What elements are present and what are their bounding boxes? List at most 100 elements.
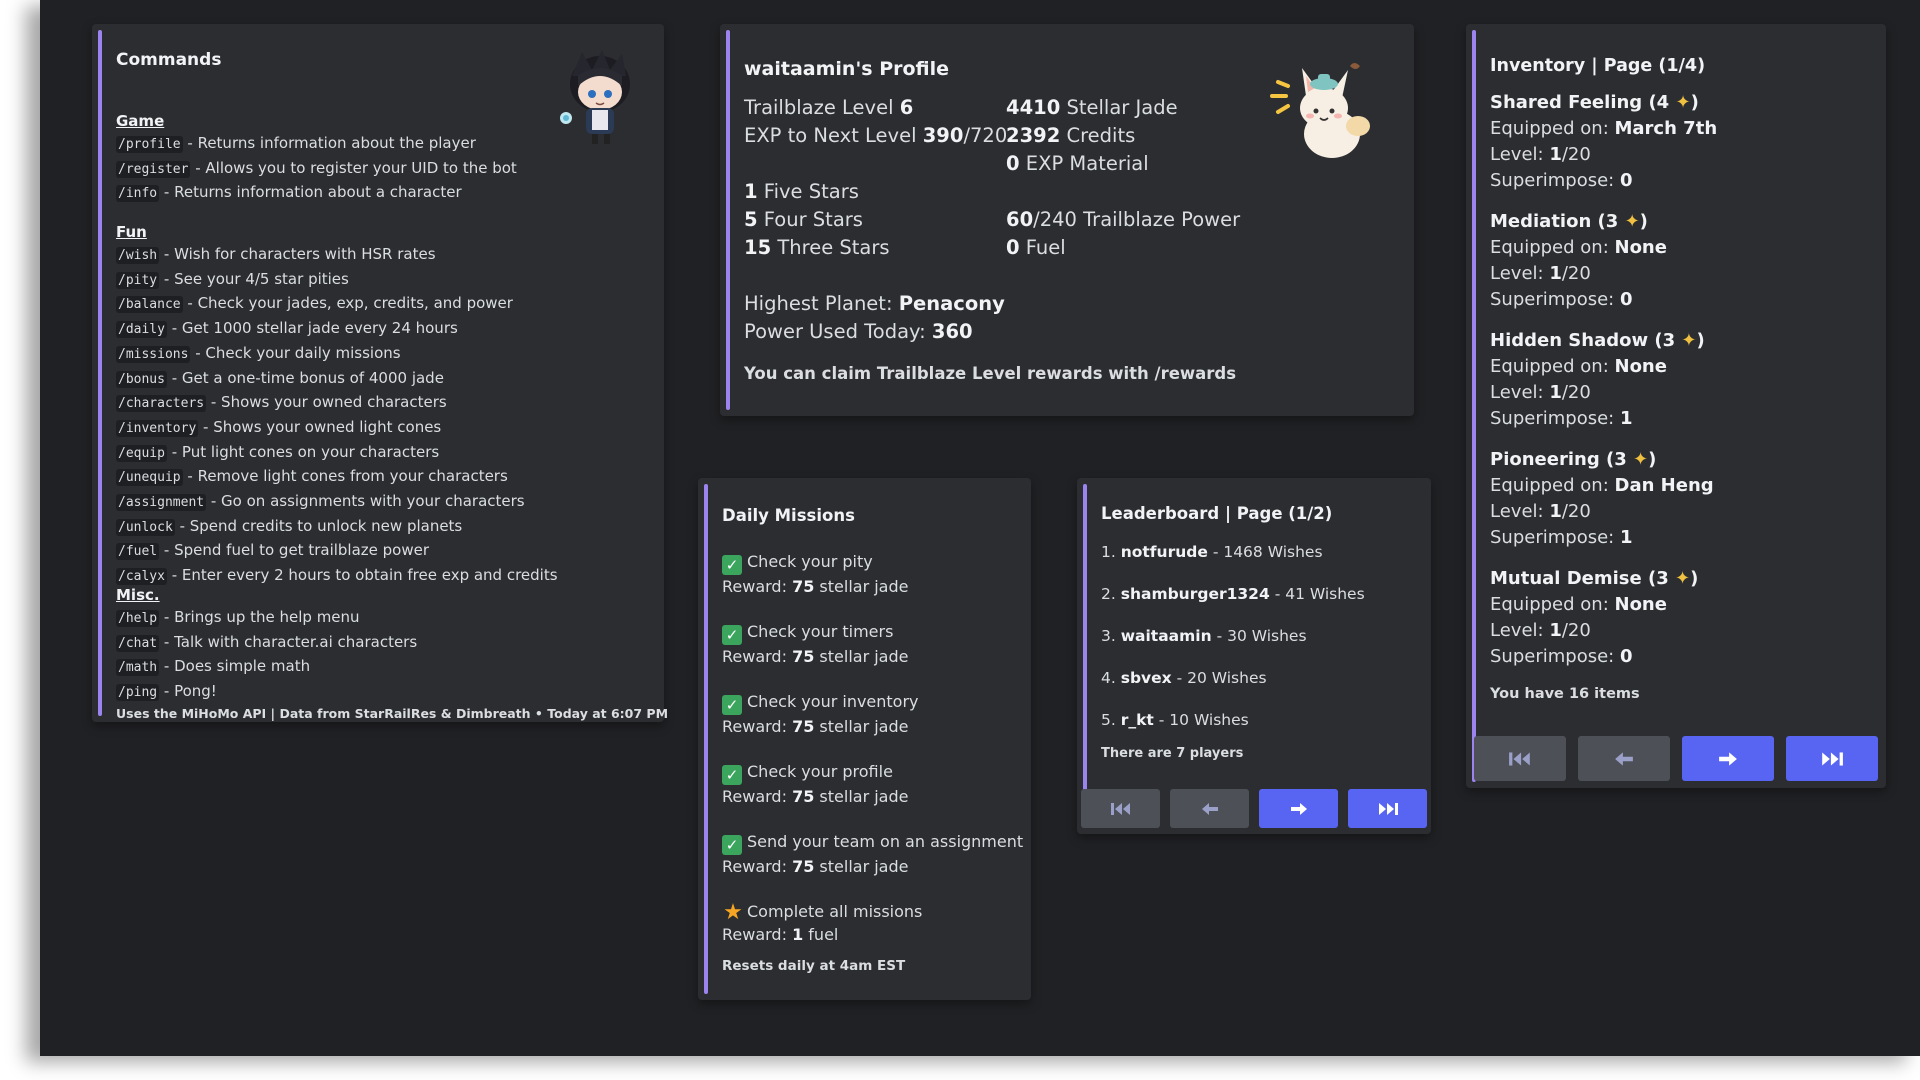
last-page-button[interactable] bbox=[1348, 789, 1427, 828]
leaderboard-player-name: notfurude bbox=[1120, 543, 1208, 561]
leaderboard-wishes: - 1468 Wishes bbox=[1207, 543, 1323, 561]
level-max: /20 bbox=[1561, 263, 1591, 284]
light-cone-name-close: ) bbox=[1648, 449, 1657, 470]
profile-title: waitaamin's Profile bbox=[744, 58, 950, 80]
fuel-value: 0 bbox=[1006, 236, 1020, 259]
leaderboard-player-name: shamburger1324 bbox=[1120, 585, 1270, 603]
reward-unit: stellar jade bbox=[814, 787, 909, 806]
check-icon: ✓ bbox=[722, 695, 742, 715]
stellar-jade-value: 4410 bbox=[1006, 96, 1061, 119]
reward-label: Reward: bbox=[722, 717, 793, 736]
commands-footer: Uses the MiHoMo API | Data from StarRail… bbox=[116, 706, 669, 721]
command-description: - Put light cones on your characters bbox=[166, 442, 440, 461]
leaderboard-row: 5. r_kt - 10 Wishes bbox=[1101, 711, 1249, 729]
command-row: /pity - See your 4/5 star pities bbox=[116, 268, 558, 293]
commands-title: Commands bbox=[116, 50, 222, 70]
star-icon: ✦ bbox=[1633, 449, 1649, 470]
inventory-item: Hidden Shadow (3 ✦) Equipped on: None Le… bbox=[1490, 328, 1705, 432]
inventory-item: Pioneering (3 ✦) Equipped on: Dan Heng L… bbox=[1490, 447, 1714, 551]
command-row: /daily - Get 1000 stellar jade every 24 … bbox=[116, 317, 558, 342]
three-stars-row: 15 Three Stars bbox=[744, 234, 890, 262]
four-stars-row: 5 Four Stars bbox=[744, 206, 890, 234]
profile-power-column: 60/240 Trailblaze Power 0 Fuel bbox=[1006, 206, 1240, 262]
command-code: /calyx bbox=[116, 568, 167, 586]
level-value: 1 bbox=[1549, 263, 1562, 284]
pet-avatar-image bbox=[1270, 63, 1370, 158]
level-value: 1 bbox=[1549, 144, 1562, 165]
next-page-button[interactable] bbox=[1682, 736, 1774, 781]
leaderboard-wishes: - 41 Wishes bbox=[1269, 585, 1365, 603]
previous-page-button[interactable] bbox=[1170, 789, 1249, 828]
command-code: /chat bbox=[116, 634, 160, 652]
missions-title: Daily Missions bbox=[722, 506, 855, 525]
reward-unit: stellar jade bbox=[814, 717, 909, 736]
command-code: /wish bbox=[116, 247, 160, 264]
three-stars-label: Three Stars bbox=[771, 236, 890, 259]
level-label: Level: bbox=[1490, 263, 1550, 284]
command-description: - See your 4/5 star pities bbox=[159, 269, 349, 288]
leaderboard-pagination bbox=[1081, 789, 1427, 828]
command-description: - Remove light cones from your character… bbox=[182, 467, 508, 486]
inventory-item: Mediation (3 ✦) Equipped on: None Level:… bbox=[1490, 209, 1667, 313]
level-value: 1 bbox=[1549, 382, 1562, 403]
command-description: - Returns information about a character bbox=[159, 183, 462, 202]
command-row: /help - Brings up the help menu bbox=[116, 606, 417, 631]
four-stars-label: Four Stars bbox=[757, 208, 863, 231]
level-label: Level: bbox=[1490, 501, 1550, 522]
command-description: - Enter every 2 hours to obtain free exp… bbox=[166, 566, 558, 585]
equipped-label: Equipped on: bbox=[1490, 356, 1615, 377]
mission-name: Send your team on an assignment bbox=[747, 832, 1024, 851]
command-row: /bonus - Get a one-time bonus of 4000 ja… bbox=[116, 367, 558, 392]
star-icon: ✦ bbox=[1624, 211, 1640, 232]
trailblaze-level-value: 6 bbox=[899, 96, 914, 119]
leaderboard-title: Leaderboard | Page (1/2) bbox=[1101, 504, 1333, 523]
command-description: - Wish for characters with HSR rates bbox=[159, 245, 436, 263]
inventory-embed: Inventory | Page (1/4) Shared Feeling (4… bbox=[1466, 24, 1886, 788]
command-code: /balance bbox=[116, 296, 183, 314]
next-page-button[interactable] bbox=[1259, 789, 1338, 828]
mission-name: Check your timers bbox=[747, 622, 894, 641]
four-stars-value: 5 bbox=[744, 208, 758, 231]
superimpose-value: 1 bbox=[1619, 527, 1633, 548]
exp-current-value: 390 bbox=[922, 124, 964, 147]
first-page-button[interactable] bbox=[1081, 789, 1160, 828]
mission-name: Check your profile bbox=[747, 762, 893, 781]
commands-section-misc: Misc. /help - Brings up the help menu /c… bbox=[116, 584, 417, 705]
leaderboard-wishes: - 10 Wishes bbox=[1153, 711, 1249, 729]
command-row: /chat - Talk with character.ai character… bbox=[116, 631, 417, 656]
arrow-right-icon bbox=[1290, 802, 1307, 815]
light-cone-name: Mutual Demise (3 bbox=[1490, 568, 1676, 589]
leaderboard-rank: 2. bbox=[1101, 585, 1121, 603]
last-page-button[interactable] bbox=[1786, 736, 1878, 781]
leaderboard-rank: 4. bbox=[1101, 669, 1121, 687]
equipped-value: Dan Heng bbox=[1614, 475, 1714, 496]
superimpose-value: 0 bbox=[1619, 646, 1633, 667]
reward-value: 1 bbox=[792, 925, 804, 944]
light-cone-name-close: ) bbox=[1639, 211, 1648, 232]
highest-planet-label: Highest Planet: bbox=[744, 292, 899, 315]
reward-value: 75 bbox=[792, 647, 815, 666]
command-row: /unequip - Remove light cones from your … bbox=[116, 465, 558, 490]
first-page-button[interactable] bbox=[1474, 736, 1566, 781]
profile-planet-column: Highest Planet: Penacony Power Used Toda… bbox=[744, 290, 1005, 346]
level-max: /20 bbox=[1561, 620, 1591, 641]
command-description: - Go on assignments with your characters bbox=[206, 492, 525, 511]
reward-unit: stellar jade bbox=[814, 857, 909, 876]
command-code: /daily bbox=[116, 321, 167, 339]
command-code: /unequip bbox=[116, 469, 183, 487]
mission-name: Check your inventory bbox=[747, 692, 919, 711]
light-cone-name: Pioneering (3 bbox=[1490, 449, 1633, 470]
trailblaze-power-value: 60 bbox=[1006, 208, 1034, 231]
five-stars-value: 1 bbox=[744, 180, 758, 203]
previous-page-button[interactable] bbox=[1578, 736, 1670, 781]
command-row: /characters - Shows your owned character… bbox=[116, 391, 558, 416]
equipped-label: Equipped on: bbox=[1490, 118, 1615, 139]
exp-material-value: 0 bbox=[1006, 152, 1020, 175]
command-row: /profile - Returns information about the… bbox=[116, 132, 517, 157]
five-stars-label: Five Stars bbox=[757, 180, 859, 203]
reward-value: 75 bbox=[792, 857, 815, 876]
inventory-title: Inventory | Page (1/4) bbox=[1490, 56, 1706, 76]
reward-label: Reward: bbox=[722, 577, 793, 596]
power-used-label: Power Used Today: bbox=[744, 320, 932, 343]
light-cone-name: Shared Feeling (4 bbox=[1490, 92, 1676, 113]
